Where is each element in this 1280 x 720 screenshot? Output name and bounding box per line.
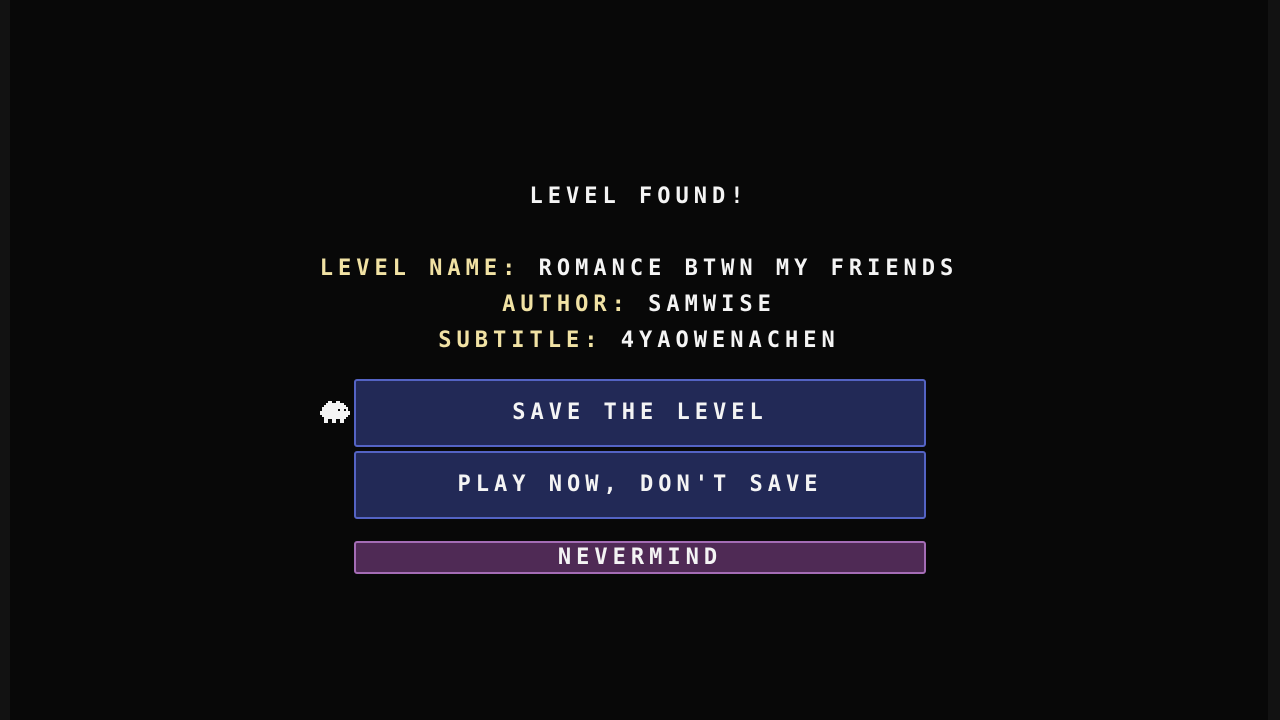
dialog-title: LEVEL FOUND!: [529, 184, 749, 209]
save-level-label: SAVE THE LEVEL: [512, 400, 768, 425]
author-value: SAMWISE: [648, 292, 776, 317]
subtitle-label: SUBTITLE:: [438, 328, 603, 353]
nevermind-button[interactable]: NEVERMIND: [354, 541, 926, 574]
subtitle-value: 4YAOWENACHEN: [620, 328, 840, 353]
subtitle-line: SUBTITLE: 4YAOWENACHEN: [10, 330, 1268, 352]
author-line: AUTHOR: SAMWISE: [10, 294, 1268, 316]
game-screen: LEVEL FOUND! LEVEL NAME: ROMANCE BTWN MY…: [10, 0, 1268, 720]
play-now-button[interactable]: PLAY NOW, DON'T SAVE: [354, 451, 926, 519]
level-name-label: LEVEL NAME:: [319, 256, 521, 281]
cursor-creature-icon: [320, 401, 350, 423]
nevermind-label: NEVERMIND: [557, 544, 723, 570]
level-name-line: LEVEL NAME: ROMANCE BTWN MY FRIENDS: [10, 258, 1268, 280]
level-name-value: ROMANCE BTWN MY FRIENDS: [538, 256, 959, 281]
save-level-button[interactable]: SAVE THE LEVEL: [354, 379, 926, 447]
play-now-label: PLAY NOW, DON'T SAVE: [457, 472, 823, 497]
author-label: AUTHOR:: [502, 292, 630, 317]
